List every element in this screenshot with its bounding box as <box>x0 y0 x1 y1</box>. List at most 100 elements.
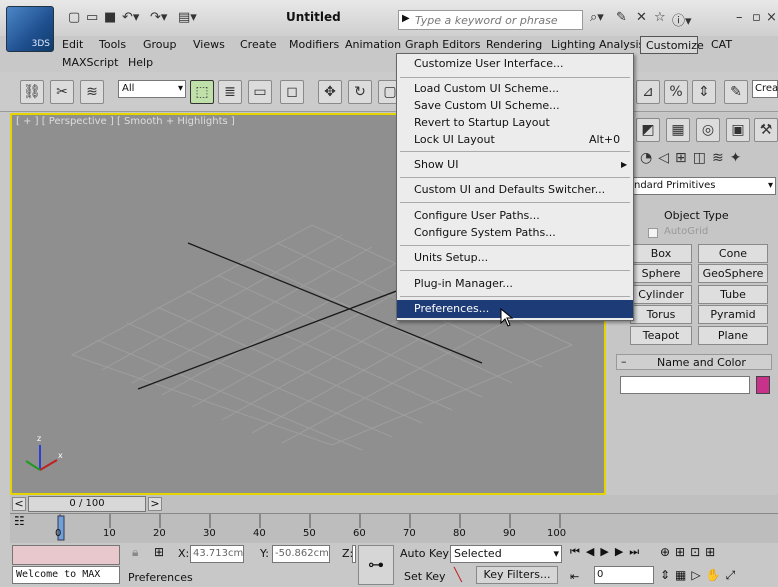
menu-item-save-custom-ui-scheme[interactable]: Save Custom UI Scheme... <box>414 98 560 114</box>
binoculars-search-icon[interactable]: ⌕▾ <box>590 10 604 28</box>
cylinder-button[interactable]: Cylinder <box>630 285 692 304</box>
menu-lighting-analysis[interactable]: Lighting Analysis <box>551 36 644 54</box>
menu-modifiers[interactable]: Modifiers <box>289 36 339 54</box>
select-and-move-icon[interactable]: ✥ <box>318 80 342 104</box>
menu-views[interactable]: Views <box>193 36 225 54</box>
maxscript-mini-listener[interactable]: Welcome to MAX <box>12 566 120 584</box>
torus-button[interactable]: Torus <box>630 305 692 324</box>
current-frame-field[interactable]: 0 <box>594 566 654 584</box>
project-folder-icon[interactable]: ▤▾ <box>178 10 197 28</box>
utilities-panel-tab-icon[interactable]: ⚒ <box>754 118 778 142</box>
menu-item-preferences[interactable]: Preferences... <box>414 301 489 317</box>
absolute-mode-icon[interactable]: ⊞ <box>154 545 164 559</box>
select-object-icon[interactable]: ⬚ <box>190 80 214 104</box>
mini-curve-editor-icon[interactable]: ☷ <box>14 514 36 530</box>
menu-customize[interactable]: Customize <box>640 36 704 54</box>
viewport-navigation-controls[interactable]: ⊕⊞⊡⊞ <box>660 545 720 559</box>
x-coordinate-field[interactable]: 43.713cm <box>190 545 244 563</box>
time-slider-thumb[interactable]: 0 / 100 <box>28 496 146 512</box>
object-color-swatch[interactable] <box>756 376 770 394</box>
selection-filter-dropdown[interactable]: All ▾ <box>118 80 186 98</box>
motion-panel-tab-icon[interactable]: ▣ <box>726 118 750 142</box>
pyramid-button[interactable]: Pyramid <box>698 305 768 324</box>
menu-maxscript[interactable]: MAXScript <box>62 54 118 72</box>
geosphere-button[interactable]: GeoSphere <box>698 264 768 283</box>
menu-group[interactable]: Group <box>143 36 177 54</box>
menu-create[interactable]: Create <box>240 36 277 54</box>
teapot-button[interactable]: Teapot <box>630 326 692 345</box>
key-icon[interactable]: ╲ <box>454 568 462 583</box>
menu-item-units-setup[interactable]: Units Setup... <box>414 250 488 266</box>
percent-snap-icon[interactable]: % <box>664 80 688 104</box>
set-key-button[interactable]: Set Key <box>404 570 446 583</box>
named-selection-set-field[interactable]: Creat <box>752 80 778 98</box>
menu-animation[interactable]: Animation <box>345 36 401 54</box>
favorites-star-icon[interactable]: ☆ <box>654 10 666 28</box>
cone-button[interactable]: Cone <box>698 244 768 263</box>
unlink-selection-icon[interactable]: ✂ <box>50 80 74 104</box>
communication-center-icon[interactable]: ✕ <box>636 10 647 28</box>
menu-item-revert-to-startup-layout[interactable]: Revert to Startup Layout <box>414 115 550 131</box>
close-icon[interactable]: × <box>766 10 777 28</box>
viewport-label[interactable]: [ + ] [ Perspective ] [ Smooth + Highlig… <box>16 116 235 127</box>
key-filter-selection-dropdown[interactable]: Selected ▾ <box>450 545 562 563</box>
z-coordinate-field[interactable] <box>352 545 356 563</box>
window-crossing-icon[interactable]: ◻ <box>280 80 304 104</box>
menu-help[interactable]: Help <box>128 54 153 72</box>
sphere-button[interactable]: Sphere <box>630 264 692 283</box>
playback-controls[interactable]: ⏮◀▶▶⏭ <box>570 545 645 559</box>
key-filters-button[interactable]: Key Filters... <box>476 566 558 584</box>
viewport-navigation-controls-2[interactable]: ⇕▦▷✋⤢ <box>660 568 740 583</box>
select-and-link-icon[interactable]: ⛓ <box>20 80 44 104</box>
set-key-mode-icon[interactable]: ⊶ <box>358 545 394 585</box>
menu-item-lock-ui-layout[interactable]: Lock UI Layout <box>414 132 495 148</box>
open-file-icon[interactable]: ▭ <box>86 10 98 28</box>
menu-rendering[interactable]: Rendering <box>486 36 542 54</box>
menu-item-plug-in-manager[interactable]: Plug-in Manager... <box>414 276 513 292</box>
y-coordinate-field[interactable]: -50.862cm <box>272 545 330 563</box>
primitive-category-dropdown[interactable]: ndard Primitives ▾ <box>630 177 776 195</box>
object-type-rollout-title[interactable]: Object Type <box>664 209 729 222</box>
undo-icon[interactable]: ↶▾ <box>122 10 139 28</box>
select-by-name-icon[interactable]: ≣ <box>218 80 242 104</box>
track-bar[interactable] <box>10 513 778 543</box>
menu-edit[interactable]: Edit <box>62 36 83 54</box>
create-category-icons[interactable]: ◔◁⊞◫≋✦ <box>640 150 747 166</box>
time-slider-next-icon[interactable]: > <box>148 497 162 511</box>
box-button[interactable]: Box <box>630 244 692 263</box>
minimize-icon[interactable]: – <box>736 10 743 28</box>
spinner-snap-icon[interactable]: ⇕ <box>692 80 716 104</box>
new-file-icon[interactable]: ▢ <box>68 10 80 28</box>
maxscript-mini-listener-top[interactable] <box>12 545 120 565</box>
menu-graph-editors[interactable]: Graph Editors <box>405 36 481 54</box>
menu-item-configure-system-paths[interactable]: Configure System Paths... <box>414 225 556 241</box>
create-panel-tab-icon[interactable]: ◩ <box>636 118 660 142</box>
angle-snap-icon[interactable]: ⊿ <box>636 80 660 104</box>
hierarchy-panel-tab-icon[interactable]: ◎ <box>696 118 720 142</box>
menu-item-show-ui[interactable]: Show UI <box>414 157 458 173</box>
app-logo-button[interactable]: 3DS <box>6 6 54 52</box>
key-mode-toggle-icon[interactable]: ⇤ <box>570 570 579 583</box>
help-icon[interactable]: ⓘ▾ <box>672 10 692 29</box>
rectangular-selection-icon[interactable]: ▭ <box>248 80 272 104</box>
edit-named-selection-icon[interactable]: ✎ <box>724 80 748 104</box>
select-and-rotate-icon[interactable]: ↻ <box>348 80 372 104</box>
restore-icon[interactable]: ▫ <box>752 10 761 28</box>
bind-to-space-warp-icon[interactable]: ≋ <box>80 80 104 104</box>
auto-key-button[interactable]: Auto Key <box>400 547 449 560</box>
redo-icon[interactable]: ↷▾ <box>150 10 167 28</box>
modify-panel-tab-icon[interactable]: ▦ <box>666 118 690 142</box>
menu-tools[interactable]: Tools <box>99 36 126 54</box>
menu-item-custom-ui-defaults-switcher[interactable]: Custom UI and Defaults Switcher... <box>414 182 605 198</box>
menu-cat[interactable]: CAT <box>711 36 732 54</box>
object-name-field[interactable] <box>620 376 750 394</box>
menu-item-load-custom-ui-scheme[interactable]: Load Custom UI Scheme... <box>414 81 559 97</box>
save-file-icon[interactable]: ■ <box>104 10 116 28</box>
menu-item-configure-user-paths[interactable]: Configure User Paths... <box>414 208 540 224</box>
search-input[interactable]: ▶ Type a keyword or phrase <box>398 10 583 30</box>
menu-item-customize-user-interface[interactable]: Customize User Interface... <box>414 56 564 72</box>
autogrid-checkbox[interactable] <box>648 228 658 238</box>
name-color-rollout-header[interactable]: – Name and Color <box>616 354 772 370</box>
plane-button[interactable]: Plane <box>698 326 768 345</box>
lock-selection-icon[interactable]: 🔒︎ <box>132 545 138 560</box>
